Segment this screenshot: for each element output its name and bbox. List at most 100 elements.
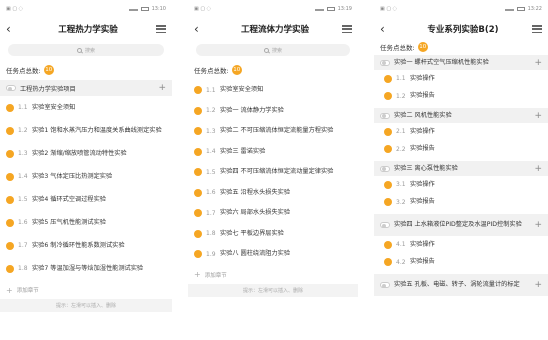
list-item[interactable]: 1.4 实验3 气体定压比热测定实验 [0, 165, 172, 188]
add-icon[interactable]: + [534, 164, 542, 174]
chapter-header[interactable]: 工程热力学实验项目 + [0, 80, 172, 96]
status-bar: ▣ ▢ ◌ 13:19 [188, 0, 358, 18]
battery-icon [516, 7, 525, 11]
task-dot-icon [194, 106, 202, 115]
list-item[interactable]: 1.2 实验一 流体静力学实验 [188, 101, 358, 122]
item-number: 1.6 [206, 189, 216, 197]
list-item[interactable]: 1.1 实验室安全须知 [188, 80, 358, 101]
add-icon[interactable]: + [534, 220, 542, 230]
add-chapter-label: 添加章节 [204, 272, 227, 279]
chapter-title: 实验二 风机性能实验 [394, 111, 452, 119]
add-icon[interactable]: + [534, 280, 542, 290]
item-title: 实验七 平板边界层实验 [220, 229, 284, 237]
task-dot-icon [6, 172, 14, 181]
collapse-toggle-icon[interactable] [380, 59, 390, 66]
chapter-header[interactable]: 实验三 离心泵性能实验 + [374, 161, 548, 176]
list-item[interactable]: 4.2 实验报告 [374, 254, 548, 272]
list-item[interactable]: 1.1 实验操作 [374, 70, 548, 88]
item-title: 实验一 流体静力学实验 [220, 106, 284, 114]
list-item[interactable]: 1.2 实验报告 [374, 88, 548, 106]
task-dot-icon [384, 240, 392, 249]
list-item[interactable]: 1.3 实验2 渐缩/缩放喷管流动特性实验 [0, 142, 172, 165]
task-total-label: 任务点总数: [194, 67, 229, 75]
chapter-header[interactable]: 实验一 螺杆式空气压缩机性能实验 + [374, 55, 548, 70]
list-item[interactable]: 1.4 实验三 雷诺实验 [188, 142, 358, 163]
task-dot-icon [6, 218, 14, 227]
task-dot-icon [194, 168, 202, 177]
list-item[interactable]: 3.2 实验报告 [374, 194, 548, 212]
task-dot-icon [384, 145, 392, 154]
add-chapter-button[interactable]: + 添加章节 [188, 269, 358, 281]
list-item[interactable]: 1.2 实验1 饱和水蒸汽压力和温度关系曲线测定实验 [0, 119, 172, 142]
list-item[interactable]: 1.5 实验4 循环式空调过程实验 [0, 188, 172, 211]
list-item[interactable]: 1.1 实验室安全须知 [0, 96, 172, 119]
item-number: 1.3 [18, 150, 28, 157]
search-input[interactable]: 搜索 [8, 44, 164, 56]
task-total-label: 任务点总数: [6, 67, 41, 75]
item-title: 实验操作 [410, 180, 435, 188]
menu-icon[interactable] [342, 25, 352, 33]
back-arrow-icon[interactable]: ‹ [194, 22, 208, 36]
collapse-toggle-icon[interactable] [380, 222, 390, 228]
collapse-toggle-icon[interactable] [380, 282, 390, 288]
item-number: 3.1 [396, 181, 406, 189]
hint-text: 提示：左滑可以插入、删除 [242, 287, 303, 294]
item-title: 实验报告 [410, 92, 435, 100]
list-item[interactable]: 1.6 实验5 压气机性能测试实验 [0, 211, 172, 234]
collapse-toggle-icon[interactable] [380, 165, 390, 172]
item-number: 1.2 [206, 107, 216, 115]
search-input[interactable]: 搜索 [196, 44, 350, 56]
item-number: 1.8 [18, 265, 28, 272]
task-total-badge: 10 [417, 42, 428, 52]
item-number: 1.7 [18, 242, 28, 249]
task-dot-icon [384, 198, 392, 207]
status-time: 13:10 [151, 6, 166, 12]
title-bar: ‹ 工程热力学实验 [0, 18, 172, 40]
list-item[interactable]: 2.2 实验报告 [374, 141, 548, 159]
list-item[interactable]: 1.9 实验八 圆柱绕流阻力实验 [188, 244, 358, 265]
list-item[interactable]: 1.8 实验七 平板边界层实验 [188, 224, 358, 245]
screen-series-experiments: ▣ ▢ ◌ 13:22 ‹ 专业系列实验B(2) 任务点总数: 10 实验一 螺… [374, 0, 548, 340]
list-item[interactable]: 2.1 实验操作 [374, 123, 548, 141]
task-dot-icon [194, 229, 202, 238]
plus-icon: + [6, 285, 13, 295]
add-icon[interactable]: + [534, 58, 542, 68]
list-item[interactable]: 1.8 实验7 等温加湿与等焓加湿性能测试实验 [0, 257, 172, 280]
add-icon[interactable]: + [534, 111, 542, 121]
item-number: 1.1 [396, 75, 406, 83]
collapse-toggle-icon[interactable] [6, 85, 16, 91]
back-arrow-icon[interactable]: ‹ [380, 22, 394, 36]
task-total-label: 任务点总数: [380, 44, 415, 52]
list-item[interactable]: 3.1 实验操作 [374, 176, 548, 194]
add-chapter-button[interactable]: + 添加章节 [0, 284, 172, 296]
chapter-header[interactable]: 实验五 孔板、电磁、转子、涡轮流量计的标定 + [374, 274, 548, 296]
status-time: 13:19 [337, 6, 352, 12]
task-dot-icon [384, 74, 392, 83]
chapter-header[interactable]: 实验二 风机性能实验 + [374, 108, 548, 123]
task-total-badge: 10 [43, 65, 54, 75]
collapse-toggle-icon[interactable] [380, 112, 390, 119]
page-title: 专业系列实验B(2) [427, 25, 499, 35]
list-item[interactable]: 1.3 实验二 不可压缩流体恒定流能量方程实验 [188, 121, 358, 142]
chapter-header[interactable]: 实验四 上水箱液位PID整定及水温PID控制实验 + [374, 214, 548, 236]
task-list: 1.1 实验室安全须知 1.2 实验一 流体静力学实验 1.3 实验二 不可压缩流体恒定流… [188, 80, 358, 265]
list-item[interactable]: 1.5 实验四 不可压缩流体恒定流动量定律实验 [188, 162, 358, 183]
item-title: 实验室安全须知 [32, 103, 76, 111]
list-item[interactable]: 1.6 实验五 沿程水头损失实验 [188, 183, 358, 204]
signal-icon [504, 7, 514, 11]
menu-icon[interactable] [532, 25, 542, 33]
task-total: 任务点总数: 10 [0, 65, 172, 75]
back-arrow-icon[interactable]: ‹ [6, 22, 20, 36]
item-title: 实验六 局部水头损失实验 [220, 209, 291, 217]
screen-fluid-mechanics: ▣ ▢ ◌ 13:19 ‹ 工程流体力学实验 搜索 任务点总数: 10 1.1 实… [188, 0, 358, 340]
status-time: 13:22 [527, 6, 542, 12]
list-item[interactable]: 4.1 实验操作 [374, 236, 548, 254]
item-title: 实验5 压气机性能测试实验 [32, 218, 106, 226]
list-item[interactable]: 1.7 实验六 局部水头损失实验 [188, 203, 358, 224]
task-dot-icon [6, 195, 14, 204]
menu-icon[interactable] [156, 25, 166, 33]
list-item[interactable]: 1.7 实验6 制冷循环性能系数测试实验 [0, 234, 172, 257]
add-icon[interactable]: + [158, 83, 166, 93]
battery-icon [140, 7, 149, 11]
title-bar: ‹ 工程流体力学实验 [188, 18, 358, 40]
